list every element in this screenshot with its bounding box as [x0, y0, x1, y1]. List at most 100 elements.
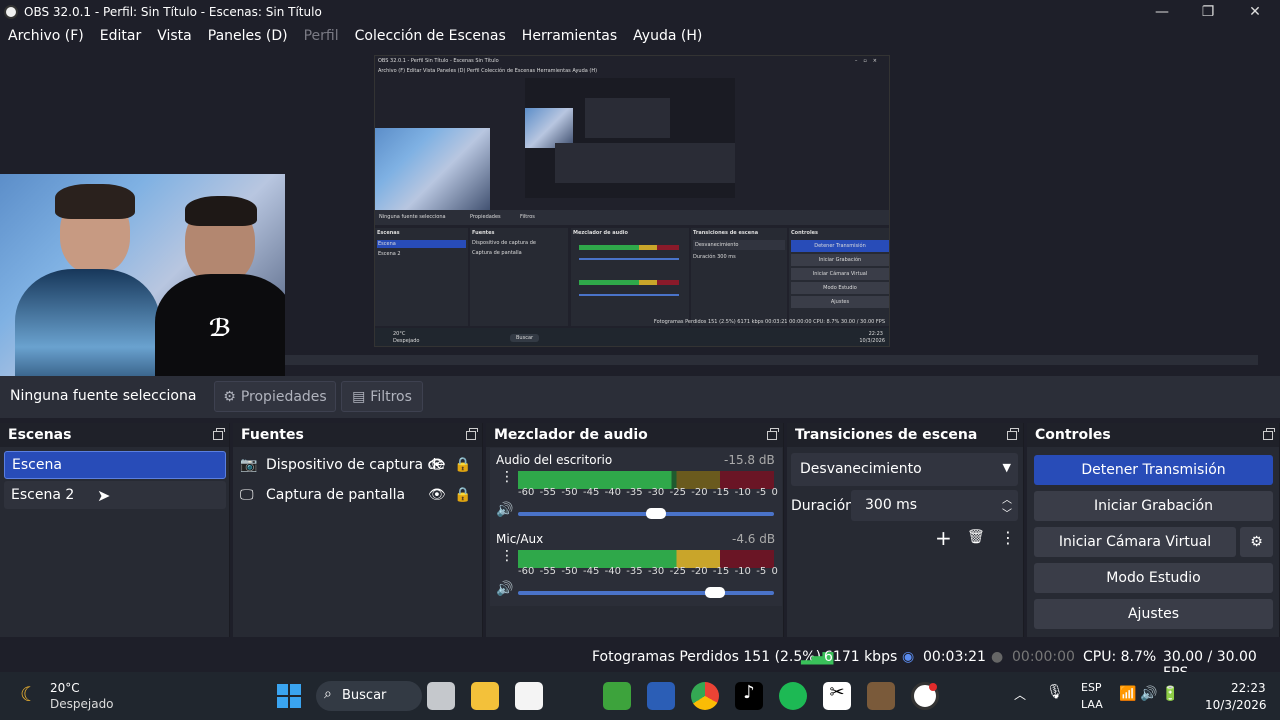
- gear-icon: ⚙: [223, 388, 236, 405]
- kebab-menu-icon[interactable]: ⋮: [1000, 528, 1016, 547]
- float-icon[interactable]: [767, 427, 779, 440]
- microphone-icon[interactable]: 🎙: [1046, 684, 1064, 700]
- channel-db: -4.6 dB: [732, 532, 776, 546]
- search-label: Buscar: [342, 688, 387, 703]
- menu-perfil[interactable]: Perfil: [296, 28, 347, 44]
- task-view-icon[interactable]: [427, 682, 455, 710]
- capcut-icon[interactable]: ✂: [823, 682, 851, 710]
- meter-ticks: -60 -55 -50 -45 -40 -35 -30 -25 -20 -15 -10 -5 0: [518, 566, 778, 577]
- file-explorer-icon[interactable]: [471, 682, 499, 710]
- nested-temp: 20°C: [393, 331, 406, 337]
- chevron-up-icon[interactable]: ︿: [1014, 686, 1026, 703]
- word-icon[interactable]: [647, 682, 675, 710]
- stream-time: 00:03:21: [923, 649, 986, 665]
- kebab-menu-icon[interactable]: ⋮: [500, 549, 514, 563]
- trash-icon[interactable]: 🗑: [967, 529, 985, 545]
- wifi-volume-battery-icons[interactable]: 📶🔊🔋: [1119, 686, 1183, 702]
- record-time: 00:00:00: [1012, 649, 1075, 665]
- kebab-menu-icon[interactable]: ⋮: [500, 470, 514, 484]
- properties-button[interactable]: ⚙ Propiedades: [214, 381, 336, 412]
- float-icon[interactable]: [1263, 427, 1275, 440]
- source-item[interactable]: 🖵 Captura de pantalla 👁 🔒: [240, 481, 480, 509]
- moon-icon: ☾: [20, 682, 38, 706]
- lang-code[interactable]: ESP: [1081, 681, 1102, 694]
- windows-start-icon[interactable]: [277, 684, 301, 708]
- float-icon[interactable]: [1007, 427, 1019, 440]
- minecraft-icon[interactable]: [867, 682, 895, 710]
- chrome-icon[interactable]: [691, 682, 719, 710]
- scene-item[interactable]: Escena 2: [4, 481, 226, 509]
- button-label: Iniciar Cámara Virtual: [1058, 534, 1212, 550]
- nested-camera: [375, 128, 490, 216]
- volume-slider[interactable]: [518, 591, 774, 595]
- visibility-eye-icon[interactable]: 👁: [428, 457, 446, 473]
- store-icon[interactable]: [515, 682, 543, 710]
- menu-ayuda[interactable]: Ayuda (H): [625, 28, 710, 44]
- clock-time[interactable]: 22:23: [1231, 681, 1266, 695]
- cpu-usage: CPU: 8.7%: [1083, 649, 1157, 665]
- transition-select[interactable]: Desvanecimiento ▼: [791, 453, 1018, 486]
- scene-item[interactable]: Escena: [4, 451, 226, 479]
- spin-up-icon[interactable]: ︿: [1002, 491, 1012, 506]
- no-source-label: Ninguna fuente selecciona: [10, 388, 197, 404]
- clock-date[interactable]: 10/3/2026: [1205, 698, 1267, 712]
- menu-coleccion[interactable]: Colección de Escenas: [347, 28, 514, 44]
- lock-icon[interactable]: 🔒: [454, 457, 471, 473]
- maximize-button[interactable]: ❐: [1185, 0, 1231, 24]
- duration-label: Duración: [791, 498, 855, 514]
- speaker-icon[interactable]: 🔊: [496, 502, 513, 518]
- duration-spinbox[interactable]: 300 ms ︿ ﹀: [851, 490, 1018, 521]
- stop-stream-button[interactable]: Detener Transmisión: [1034, 455, 1273, 485]
- recording-badge: [929, 683, 937, 691]
- source-toolbar: Ninguna fuente selecciona ⚙ Propiedades ▤…: [0, 376, 1280, 418]
- windows-taskbar: ☾ 20°C Despejado ⌕ Buscar ︿ 🎙 ESP LAA 📶🔊…: [0, 672, 1280, 720]
- menu-editar[interactable]: Editar: [92, 28, 149, 44]
- menu-archivo[interactable]: Archivo (F): [0, 28, 92, 44]
- volume-knob[interactable]: [646, 508, 667, 519]
- dropped-frames: Fotogramas Perdidos 151 (2.5%): [592, 649, 822, 665]
- meter-tick-label: -20: [691, 487, 708, 498]
- menu-vista[interactable]: Vista: [149, 28, 200, 44]
- settings-button[interactable]: Ajustes: [1034, 599, 1273, 629]
- taskbar-search[interactable]: ⌕ Buscar: [316, 681, 422, 711]
- float-icon[interactable]: [466, 427, 478, 440]
- close-button[interactable]: ✕: [1232, 0, 1278, 24]
- spotify-icon[interactable]: [779, 682, 807, 710]
- minimize-button[interactable]: —: [1139, 0, 1185, 24]
- button-label: Ajustes: [1127, 606, 1180, 622]
- source-label: Captura de pantalla: [266, 487, 406, 503]
- speaker-icon[interactable]: 🔊: [496, 581, 513, 597]
- start-recording-button[interactable]: Iniciar Grabación: [1034, 491, 1273, 521]
- filters-button[interactable]: ▤ Filtros: [341, 381, 423, 412]
- nested-src-2: Captura de pantalla: [472, 250, 522, 256]
- volume-knob[interactable]: [705, 587, 726, 598]
- menu-paneles[interactable]: Paneles (D): [200, 28, 296, 44]
- meter-tick-label: -25: [669, 487, 686, 498]
- source-item[interactable]: 📷 Dispositivo de captura de 👁 🔒: [240, 451, 480, 479]
- nested-date: 10/3/2026: [859, 338, 885, 344]
- lock-icon[interactable]: 🔒: [454, 487, 471, 503]
- minecraft-launcher-icon[interactable]: [603, 682, 631, 710]
- meter-tick-label: -50: [561, 566, 578, 577]
- nested-filters: Filtros: [520, 214, 535, 220]
- lang-layout[interactable]: LAA: [1081, 698, 1103, 711]
- nested-slider-1: [579, 258, 679, 260]
- nested-dur: Duración: [693, 254, 716, 260]
- menu-herramientas[interactable]: Herramientas: [514, 28, 625, 44]
- virtual-camera-button[interactable]: Iniciar Cámara Virtual: [1034, 527, 1236, 557]
- menu-bar: Archivo (F) Editar Vista Paneles (D) Per…: [0, 24, 1280, 48]
- visibility-eye-icon[interactable]: 👁: [428, 487, 446, 503]
- studio-mode-button[interactable]: Modo Estudio: [1034, 563, 1273, 593]
- nested-srcbar: Ninguna fuente selecciona Propiedades Fi…: [375, 210, 889, 225]
- webcam-feed: ℬ: [0, 174, 285, 387]
- monitor-icon: 🖵: [240, 487, 254, 503]
- add-icon[interactable]: +: [935, 526, 952, 550]
- tiktok-icon[interactable]: ♪: [735, 682, 763, 710]
- nested-meter-1: [579, 245, 679, 250]
- meter-tick-label: -10: [734, 566, 751, 577]
- virtual-camera-settings-button[interactable]: ⚙: [1240, 527, 1273, 557]
- spin-down-icon[interactable]: ﹀: [1002, 505, 1012, 520]
- button-label: Detener Transmisión: [1081, 462, 1226, 478]
- float-icon[interactable]: [213, 427, 225, 440]
- duration-value: 300 ms: [865, 497, 918, 513]
